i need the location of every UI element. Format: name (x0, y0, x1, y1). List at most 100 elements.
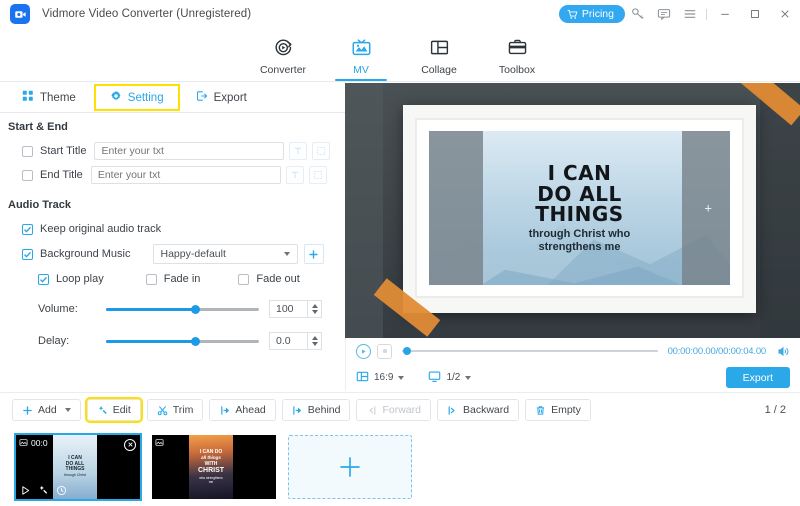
video-preview[interactable]: I CAN DO ALL THINGS through Christ who s… (345, 83, 800, 338)
end-position-icon[interactable] (309, 166, 327, 184)
maximize-icon[interactable] (740, 0, 770, 28)
fade-out-checkbox[interactable] (238, 274, 249, 285)
volume-stepper[interactable] (307, 300, 322, 318)
feedback-icon[interactable] (651, 0, 677, 28)
stop-icon[interactable] (377, 344, 392, 359)
clip-clock-icon[interactable] (56, 485, 67, 496)
delay-slider[interactable] (106, 334, 259, 348)
clip-magic-wand-icon[interactable] (38, 485, 49, 496)
aspect-icon (356, 370, 369, 386)
preview-subtitle-line-2: strengthens me (529, 242, 630, 253)
background-music-value: Happy-default (161, 248, 226, 260)
clip-thumbnail-2-image: I CAN DO all things WITH CHRIST who stre… (189, 435, 233, 499)
start-title-input[interactable] (94, 142, 284, 160)
speaker-icon[interactable] (777, 345, 790, 358)
progress-knob[interactable] (403, 347, 411, 355)
end-title-checkbox[interactable] (22, 170, 33, 181)
tab-theme[interactable]: Theme (14, 86, 84, 109)
clip-thumbnail-2[interactable]: I CAN DO all things WITH CHRIST who stre… (152, 435, 276, 499)
clip-thumbnail-2-duration (155, 438, 167, 449)
play-icon[interactable] (356, 344, 371, 359)
clip-toolbar: Add Edit Trim Ahead Behind (0, 392, 800, 427)
minimize-icon[interactable] (710, 0, 740, 28)
background-music-checkbox[interactable] (22, 249, 33, 260)
delay-slider-knob[interactable] (191, 337, 200, 346)
delay-slider-fill (106, 340, 195, 343)
app-logo-icon (10, 4, 30, 24)
preview-title-line-3: THINGS (529, 204, 630, 224)
player-controls: 00:00:00.00/00:00:04.00 16:9 1/2 Export (345, 338, 800, 391)
nav-item-mv[interactable]: MV (322, 28, 400, 81)
scissors-icon (157, 405, 168, 416)
empty-button[interactable]: Empty (525, 399, 591, 421)
mv-icon (351, 37, 372, 61)
volume-row: Volume: 100 (0, 295, 345, 323)
monitor-icon (428, 370, 441, 386)
start-title-checkbox[interactable] (22, 146, 33, 157)
backward-button[interactable]: Backward (437, 399, 519, 421)
clip2-text-6: me (209, 480, 213, 484)
scale-selector[interactable]: 1/2 (428, 370, 471, 386)
add-music-button[interactable] (304, 244, 324, 264)
forward-button[interactable]: Forward (356, 399, 431, 421)
pricing-button[interactable]: Pricing (559, 5, 625, 23)
clip-storyboard: I CAN DO ALL THINGS through Christ 00:0 (0, 427, 800, 506)
keep-original-checkbox[interactable] (22, 224, 33, 235)
nav-item-toolbox[interactable]: Toolbox (478, 28, 556, 81)
fade-in-label: Fade in (164, 273, 201, 285)
menu-icon[interactable] (677, 0, 703, 28)
behind-button-label: Behind (308, 404, 341, 416)
ahead-button[interactable]: Ahead (209, 399, 275, 421)
behind-button[interactable]: Behind (282, 399, 351, 421)
background-music-select[interactable]: Happy-default (153, 244, 298, 264)
start-text-style-icon[interactable] (289, 142, 307, 160)
delay-stepper[interactable] (307, 332, 322, 350)
clip-thumbnail-1-remove-button[interactable] (124, 439, 136, 451)
clip-play-icon[interactable] (20, 485, 31, 496)
window-title: Vidmore Video Converter (Unregistered) (42, 8, 251, 20)
chevron-down-icon (284, 252, 290, 256)
edit-button[interactable]: Edit (87, 399, 141, 421)
end-text-style-icon[interactable] (286, 166, 304, 184)
tab-setting-label: Setting (128, 92, 164, 104)
nav-item-converter[interactable]: Converter (244, 28, 322, 81)
plus-icon (335, 452, 365, 482)
tab-export[interactable]: Export (188, 86, 255, 109)
end-title-label: End Title (40, 169, 83, 181)
nav-label-toolbox: Toolbox (499, 64, 535, 76)
chevron-down-icon (65, 408, 71, 412)
preview-title-line-1: I CAN (529, 163, 630, 183)
add-button[interactable]: Add (12, 399, 81, 421)
close-icon[interactable] (770, 0, 800, 28)
fade-in-checkbox[interactable] (146, 274, 157, 285)
delay-value[interactable]: 0.0 (269, 332, 307, 350)
edit-button-label: Edit (113, 404, 131, 416)
playback-time: 00:00:00.00/00:00:04.00 (668, 346, 766, 357)
clip-thumbnail-1[interactable]: I CAN DO ALL THINGS through Christ 00:0 (16, 435, 140, 499)
section-title-audio-track: Audio Track (0, 187, 345, 217)
volume-slider-knob[interactable] (191, 305, 200, 314)
loop-play-checkbox[interactable] (38, 274, 49, 285)
end-title-input[interactable] (91, 166, 281, 184)
page-indicator: 1 / 2 (765, 404, 786, 416)
export-button[interactable]: Export (726, 367, 790, 388)
move-backward-icon (447, 405, 458, 416)
loop-play-label: Loop play (56, 273, 104, 285)
tab-setting[interactable]: Setting (96, 86, 178, 109)
nav-label-mv: MV (353, 64, 369, 76)
title-bar: Vidmore Video Converter (Unregistered) P… (0, 0, 800, 28)
key-icon[interactable] (625, 0, 651, 28)
volume-value[interactable]: 100 (269, 300, 307, 318)
settings-subtabs: Theme Setting Export (0, 83, 345, 113)
volume-slider[interactable] (106, 302, 259, 316)
preview-title-line-2: DO ALL (529, 184, 630, 204)
aspect-ratio-selector[interactable]: 16:9 (356, 370, 404, 386)
nav-item-collage[interactable]: Collage (400, 28, 478, 81)
start-position-icon[interactable] (312, 142, 330, 160)
clip1-text-4: through Christ (64, 473, 86, 477)
tab-export-label: Export (214, 92, 247, 104)
fade-out-label: Fade out (256, 273, 299, 285)
playback-progress-slider[interactable] (402, 345, 658, 357)
add-clip-slot[interactable] (288, 435, 412, 499)
trim-button[interactable]: Trim (147, 399, 204, 421)
